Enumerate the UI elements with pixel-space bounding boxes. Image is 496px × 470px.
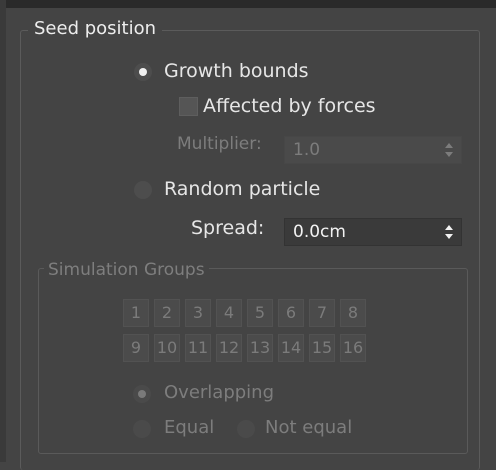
simulation-group-button[interactable]: 13	[247, 334, 273, 362]
not-equal-radio[interactable]	[237, 420, 255, 438]
simulation-group-button[interactable]: 12	[216, 334, 242, 362]
simulation-group-button[interactable]: 4	[216, 299, 242, 327]
overlapping-radio[interactable]	[133, 385, 151, 403]
random-particle-radio[interactable]	[134, 181, 152, 199]
spinner-arrows-icon[interactable]	[445, 142, 453, 158]
simulation-group-button[interactable]: 5	[247, 299, 273, 327]
simulation-group-button[interactable]: 15	[309, 334, 335, 362]
multiplier-label: Multiplier:	[177, 134, 262, 154]
simulation-group-button[interactable]: 16	[340, 334, 366, 362]
multiplier-spinner[interactable]: 1.0	[284, 136, 462, 164]
simulation-group-button[interactable]: 10	[154, 334, 180, 362]
simulation-group-button[interactable]: 7	[309, 299, 335, 327]
spread-value: 0.0cm	[293, 222, 346, 242]
simulation-group-button[interactable]: 3	[185, 299, 211, 327]
spread-spinner[interactable]: 0.0cm	[284, 218, 462, 246]
simulation-group-button[interactable]: 2	[154, 299, 180, 327]
simulation-group-button[interactable]: 1	[123, 299, 149, 327]
top-bar	[0, 0, 496, 8]
equal-radio[interactable]	[133, 420, 151, 438]
multiplier-value: 1.0	[293, 140, 321, 160]
affected-by-forces-checkbox[interactable]	[179, 97, 198, 116]
overlapping-label: Overlapping	[164, 382, 275, 403]
not-equal-label: Not equal	[265, 417, 353, 438]
spread-label: Spread:	[191, 217, 265, 239]
left-edge	[0, 0, 6, 462]
seed-position-title: Seed position	[28, 18, 163, 39]
growth-bounds-label: Growth bounds	[164, 60, 309, 82]
simulation-group-button[interactable]: 11	[185, 334, 211, 362]
simulation-group-button[interactable]: 6	[278, 299, 304, 327]
simulation-group-button[interactable]: 9	[123, 334, 149, 362]
spinner-arrows-icon[interactable]	[445, 224, 453, 240]
affected-by-forces-label: Affected by forces	[203, 95, 376, 117]
growth-bounds-radio[interactable]	[134, 63, 152, 81]
random-particle-label: Random particle	[164, 178, 321, 200]
simulation-group-button[interactable]: 8	[340, 299, 366, 327]
simulation-group-button[interactable]: 14	[278, 334, 304, 362]
equal-label: Equal	[164, 417, 215, 438]
simulation-groups-title: Simulation Groups	[44, 260, 209, 280]
